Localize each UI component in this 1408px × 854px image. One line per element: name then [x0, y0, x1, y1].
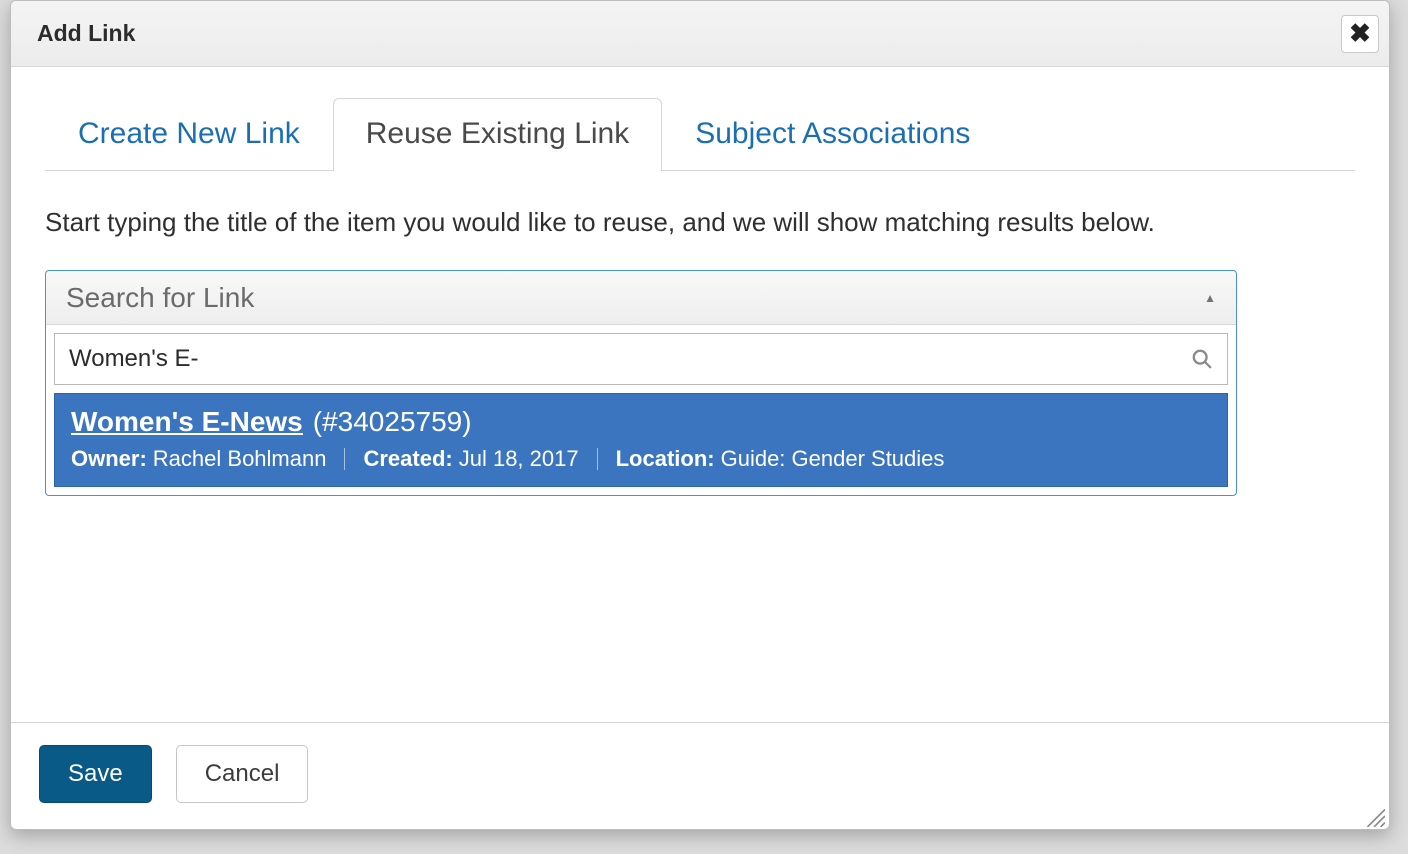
result-title-rest: News — [230, 406, 303, 437]
result-meta: Owner: Rachel Bohlmann Created: Jul 18, … — [71, 446, 1211, 472]
close-icon: ✖ — [1349, 18, 1371, 49]
result-title: Women's E-News (#34025759) — [71, 406, 1211, 438]
modal-title: Add Link — [37, 20, 1341, 47]
location-label: Location: — [616, 446, 715, 472]
meta-divider — [597, 448, 598, 470]
instruction-text: Start typing the title of the item you w… — [45, 205, 1355, 240]
meta-divider — [344, 448, 345, 470]
close-button[interactable]: ✖ — [1341, 15, 1379, 53]
search-input[interactable] — [67, 344, 1191, 374]
search-combobox: Search for Link ▲ — [45, 270, 1237, 496]
tab-bar: Create New Link Reuse Existing Link Subj… — [45, 97, 1355, 171]
modal-header: Add Link ✖ — [11, 1, 1389, 67]
search-placeholder-display: Search for Link — [66, 282, 1204, 314]
search-icon — [1191, 348, 1213, 370]
tab-subject-associations[interactable]: Subject Associations — [662, 98, 1003, 171]
search-combobox-header[interactable]: Search for Link ▲ — [46, 271, 1236, 325]
tab-create-new-link[interactable]: Create New Link — [45, 98, 333, 171]
chevron-up-icon: ▲ — [1204, 291, 1216, 305]
resize-handle[interactable] — [1363, 805, 1385, 827]
result-id: (#34025759) — [313, 406, 472, 438]
modal-footer: Save Cancel — [11, 722, 1389, 829]
save-button[interactable]: Save — [39, 745, 152, 803]
location-value: Guide: Gender Studies — [721, 446, 945, 472]
owner-label: Owner: — [71, 446, 147, 472]
search-result-item[interactable]: Women's E-News (#34025759) Owner: Rachel… — [54, 393, 1228, 487]
add-link-modal: Add Link ✖ Create New Link Reuse Existin… — [10, 0, 1390, 830]
owner-value: Rachel Bohlmann — [153, 446, 327, 472]
result-title-match: Women's E- — [71, 406, 230, 437]
created-value: Jul 18, 2017 — [459, 446, 579, 472]
cancel-button[interactable]: Cancel — [176, 745, 309, 803]
search-input-row — [54, 333, 1228, 385]
created-label: Created: — [363, 446, 452, 472]
tab-reuse-existing-link[interactable]: Reuse Existing Link — [333, 98, 662, 171]
